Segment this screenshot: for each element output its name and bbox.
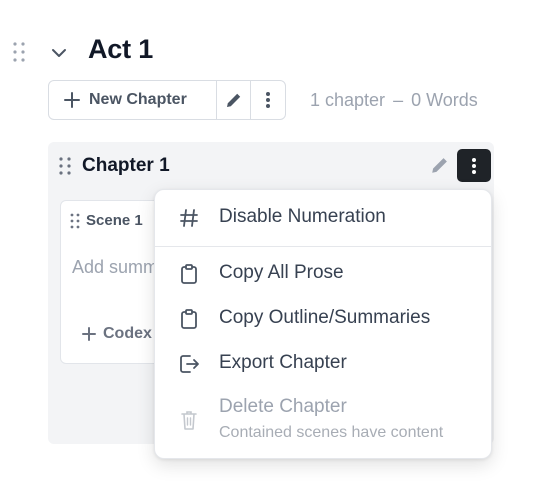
menu-item-label: Copy Outline/Summaries [219,307,431,328]
word-count: 0 Words [411,90,478,110]
menu-item-copy-all-prose[interactable]: Copy All Prose [155,260,491,288]
pencil-icon[interactable] [430,155,450,175]
menu-item-sublabel: Contained scenes have content [219,424,444,441]
menu-item-label: Delete Chapter [219,396,347,417]
act-stats: 1 chapter – 0 Words [310,90,478,111]
drag-handle-icon[interactable] [12,41,26,63]
act-title[interactable]: Act 1 [88,34,153,65]
scene-title[interactable]: Scene 1 [86,212,143,229]
clipboard-icon [177,262,201,286]
act-toolbar: New Chapter [48,80,286,120]
export-icon [177,352,201,376]
menu-item-export-chapter[interactable]: Export Chapter [155,350,491,378]
plus-icon [64,92,80,108]
menu-item-disable-numeration[interactable]: Disable Numeration [155,204,491,232]
chapter-title[interactable]: Chapter 1 [82,155,170,177]
drag-handle-icon[interactable] [58,156,72,176]
menu-item-delete-chapter: Delete Chapter Contained scenes have con… [155,394,491,446]
menu-item-label: Copy All Prose [219,262,344,283]
trash-icon [177,408,201,432]
chapter-more-button[interactable] [457,149,491,182]
add-codex-button[interactable]: Codex [81,325,152,343]
new-chapter-button[interactable]: New Chapter [49,81,217,119]
menu-divider [155,246,491,247]
chapter-context-menu: Disable Numeration Copy All Prose Copy O… [154,189,492,459]
more-vertical-icon [472,157,476,174]
pencil-icon [226,93,240,107]
chevron-down-icon[interactable] [49,43,69,63]
menu-item-label: Disable Numeration [219,206,386,227]
menu-item-copy-outline[interactable]: Copy Outline/Summaries [155,305,491,333]
hash-icon [177,206,201,230]
codex-label: Codex [103,325,152,342]
stats-separator: – [393,90,404,110]
drag-handle-icon[interactable] [70,213,80,229]
new-chapter-label: New Chapter [89,91,187,108]
menu-item-label: Export Chapter [219,352,347,373]
clipboard-icon [177,307,201,331]
more-vertical-icon [266,92,271,108]
edit-act-button[interactable] [217,81,251,119]
act-more-button[interactable] [250,81,285,119]
plus-icon [82,327,96,341]
chapter-count: 1 chapter [310,90,386,110]
outline-view: Act 1 New Chapter 1 chapter – 0 Words Ch… [0,0,547,504]
